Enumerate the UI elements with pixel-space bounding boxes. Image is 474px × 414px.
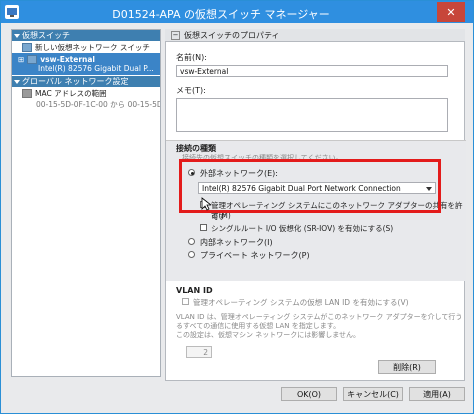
sriov-checkbox[interactable] xyxy=(200,224,207,231)
category-global-settings[interactable]: グローバル ネットワーク設定 xyxy=(12,76,160,87)
switch-item-vsw-external[interactable]: ⊞ vsw-External Intel(R) 82576 Gigabit Du… xyxy=(12,53,160,75)
collapse-icon[interactable]: − xyxy=(171,30,180,40)
vlan-id-input: 2 xyxy=(186,346,212,358)
sriov-label[interactable]: シングルルート I/O 仮想化 (SR-IOV) を有効にする(S) xyxy=(211,223,393,234)
ok-button[interactable]: OK(O) xyxy=(281,387,337,401)
notes-label: メモ(T): xyxy=(176,86,206,95)
switch-name: vsw-External xyxy=(40,55,95,64)
properties-header[interactable]: − 仮想スイッチのプロパティ xyxy=(165,29,465,41)
private-network-label[interactable]: プライベート ネットワーク(P) xyxy=(200,250,310,261)
collapse-icon[interactable]: ⊞ xyxy=(18,55,24,64)
switch-icon xyxy=(27,55,38,64)
notes-input[interactable] xyxy=(176,98,448,132)
remove-button[interactable]: 削除(R) xyxy=(378,360,436,374)
switch-list-pane: 仮想スイッチ 新しい仮想ネットワーク スイッチ ⊞ vsw-External I… xyxy=(11,29,161,377)
network-icon xyxy=(22,89,32,98)
expand-arrow-icon[interactable] xyxy=(14,79,20,84)
vlan-id-value: 2 xyxy=(203,348,208,357)
category-virtual-switches[interactable]: 仮想スイッチ xyxy=(12,30,160,41)
properties-header-label: 仮想スイッチのプロパティ xyxy=(184,30,280,40)
cancel-button[interactable]: キャンセル(C) xyxy=(343,387,403,401)
name-label: 名前(N): xyxy=(176,53,207,62)
name-input[interactable]: vsw-External xyxy=(176,65,448,77)
internal-network-label[interactable]: 内部ネットワーク(I) xyxy=(200,237,273,248)
vlan-checkbox-label[interactable]: 管理オペレーティング システムの仮想 LAN ID を有効にする(V) xyxy=(193,297,409,308)
new-switch-item[interactable]: 新しい仮想ネットワーク スイッチ xyxy=(12,42,160,53)
switch-adapter: Intel(R) 82576 Gigabit Dual P... xyxy=(38,64,154,73)
new-switch-label: 新しい仮想ネットワーク スイッチ xyxy=(35,43,150,52)
virtual-switch-manager-window: D01524-APA の仮想スイッチ マネージャー ✕ 仮想スイッチ 新しい仮想… xyxy=(0,0,474,414)
switch-icon xyxy=(22,43,32,52)
vlan-title: VLAN ID xyxy=(176,286,213,295)
mac-range-item[interactable]: MAC アドレスの範囲 xyxy=(12,88,160,99)
mouse-cursor-icon xyxy=(201,197,211,211)
category-label: グローバル ネットワーク設定 xyxy=(22,77,129,86)
vlan-description-3: この設定は、仮想マシン ネットワークには影響しません。 xyxy=(176,331,361,339)
mac-range-value: 00-15-5D-0F-1C-00 から 00-15-5D-... xyxy=(36,100,160,109)
window-title: D01524-APA の仮想スイッチ マネージャー xyxy=(112,8,330,21)
annotation-highlight-box xyxy=(179,159,441,213)
mac-range-label: MAC アドレスの範囲 xyxy=(35,89,107,98)
expand-arrow-icon[interactable] xyxy=(14,33,20,38)
category-label: 仮想スイッチ xyxy=(22,31,70,40)
apply-button[interactable]: 適用(A) xyxy=(409,387,465,401)
internal-network-radio[interactable] xyxy=(188,238,195,245)
private-network-radio[interactable] xyxy=(188,251,195,258)
title-bar: D01524-APA の仮想スイッチ マネージャー ✕ xyxy=(1,1,473,23)
close-button[interactable]: ✕ xyxy=(437,2,465,22)
vlan-checkbox[interactable] xyxy=(182,298,189,305)
